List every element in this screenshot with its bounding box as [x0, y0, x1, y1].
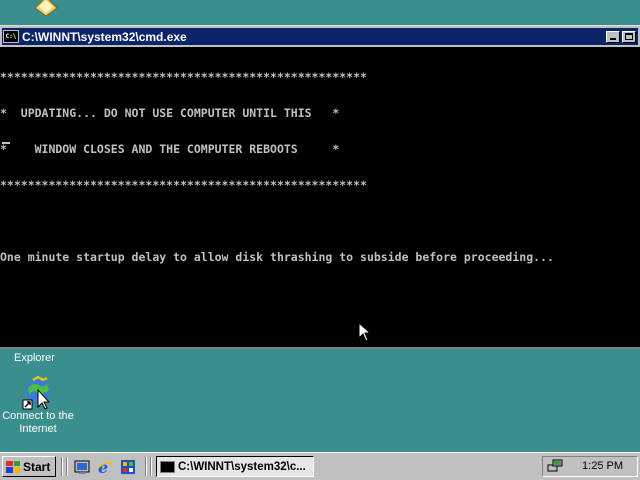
taskbar-separator [61, 457, 63, 476]
start-label: Start [23, 459, 51, 474]
taskbar-separator [145, 457, 147, 476]
taskbar-separator [66, 457, 68, 476]
explorer-label: Explorer [14, 352, 55, 364]
clock[interactable]: 1:25 PM [582, 460, 623, 472]
text-cursor [2, 142, 10, 144]
console-line: * UPDATING... DO NOT USE COMPUTER UNTIL … [0, 106, 340, 120]
connect-internet-icon [21, 375, 55, 410]
windows-logo-icon [6, 460, 20, 473]
connect-internet-label: Connect to the Internet [2, 410, 74, 435]
cmd-window[interactable]: C:\ C:\WINNT\system32\cmd.exe **********… [0, 25, 640, 349]
console-line: ****************************************… [0, 178, 367, 192]
channels-icon[interactable] [120, 459, 136, 475]
maximize-button[interactable] [622, 30, 636, 43]
taskbar: Start e C:\WINNT\system32\c... 1:25 PM [0, 452, 640, 480]
taskbar-button-label: C:\WINNT\system32\c... [178, 460, 306, 473]
window-title-bar[interactable]: C:\ C:\WINNT\system32\cmd.exe [2, 28, 638, 45]
window-title: C:\WINNT\system32\cmd.exe [22, 29, 187, 44]
console-line: ****************************************… [0, 70, 367, 84]
connect-to-internet-shortcut[interactable]: Connect to the Internet [0, 375, 76, 436]
internet-explorer-icon[interactable]: e [97, 458, 113, 477]
system-tray: 1:25 PM [542, 456, 638, 477]
minimize-button[interactable] [606, 30, 620, 43]
start-button[interactable]: Start [2, 456, 56, 477]
console-line: * WINDOW CLOSES AND THE COMPUTER REBOOTS… [0, 142, 340, 156]
show-desktop-icon[interactable] [74, 459, 90, 475]
mouse-pointer-icon [316, 310, 372, 347]
desktop-icon-top[interactable] [8, 0, 84, 17]
cmd-window-icon[interactable]: C:\ [3, 30, 19, 43]
taskbar-button-cmd[interactable]: C:\WINNT\system32\c... [156, 456, 314, 477]
taskbar-separator [150, 457, 152, 476]
console-line: One minute startup delay to allow disk t… [0, 250, 554, 264]
folder-icon [31, 0, 61, 17]
network-tray-icon[interactable] [547, 459, 563, 473]
console-output[interactable]: ****************************************… [0, 47, 640, 347]
cmd-task-icon [160, 460, 175, 473]
